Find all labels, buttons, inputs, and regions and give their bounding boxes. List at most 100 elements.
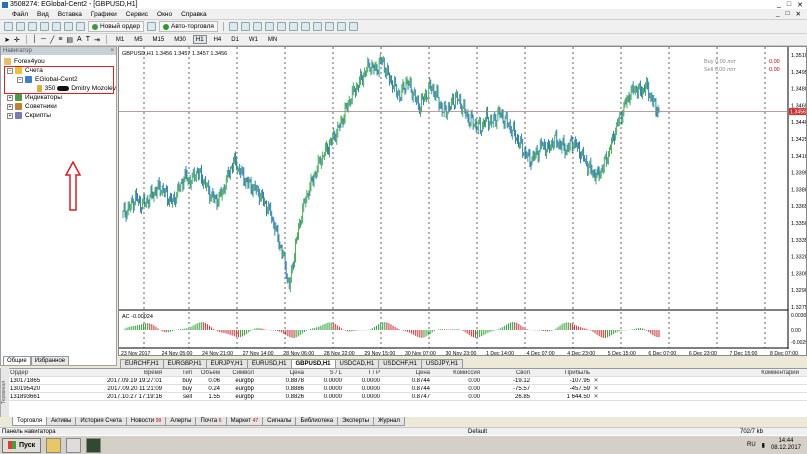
col-commission[interactable]: Комиссия [430,370,480,376]
chart-tab-usdjpy[interactable]: USDJPY,H1 [420,359,464,368]
navigator-icon[interactable] [52,22,61,31]
tree-indicators[interactable]: + Индикаторы [1,93,116,102]
child-close-button[interactable]: ✕ [796,10,801,18]
close-order-icon[interactable]: ✕ [590,393,602,400]
child-minimize-button[interactable]: _ [776,10,780,18]
menu-charts[interactable]: Графики [91,11,117,18]
close-order-icon[interactable]: ✕ [590,385,602,392]
price-chart[interactable]: 1.35101.34951.34801.34651.34401.34251.34… [119,47,807,356]
maximize-button[interactable]: □ [787,1,791,9]
cursor-icon[interactable]: ➤ [4,36,10,44]
child-restore-button[interactable]: □ [786,10,790,18]
trendline-icon[interactable]: ╱ [50,36,54,44]
line-chart-icon[interactable] [252,22,262,31]
menu-insert[interactable]: Вставка [58,11,82,18]
file-explorer-icon[interactable] [46,437,62,453]
col-tp[interactable]: T / P [342,370,380,376]
market-watch-icon[interactable] [28,22,37,31]
col-comment[interactable]: Комментарий [602,370,807,376]
metaeditor-icon[interactable] [146,22,156,31]
terminal-tab-mailbox[interactable]: Почта 6 [195,417,227,426]
tf-m5[interactable]: M5 [131,35,145,44]
tf-w1[interactable]: W1 [246,35,261,44]
tf-d1[interactable]: D1 [228,35,242,44]
new-chart-icon[interactable] [4,22,13,31]
tf-h1[interactable]: H1 [192,35,207,44]
terminal-tab-experts[interactable]: Эксперты [337,417,374,426]
tile-windows-icon[interactable] [288,22,298,31]
arrow-tool-icon[interactable]: ⇥ [94,36,100,44]
chart-window[interactable]: 1.3510 1.3495 1.3480 1.3465 1.3440 1.3425 1.34… [118,46,807,356]
bar-chart-icon[interactable] [228,22,238,31]
nav-tab-favorites[interactable]: Избранное [30,356,70,365]
terminal-tab-signals[interactable]: Сигналы [262,417,297,426]
text-tool-icon[interactable]: A [77,36,82,43]
col-current-price[interactable]: Цена [380,370,430,376]
close-order-icon[interactable]: ✕ [590,377,602,384]
terminal-tab-history[interactable]: История Счета [75,417,127,426]
start-button[interactable]: Пуск [2,437,42,453]
chart-tab-eurusd[interactable]: EURUSD,H1 [246,359,292,368]
chart-tab-usdcad[interactable]: USDCAD,H1 [334,359,380,368]
vertical-line-icon[interactable]: │ [33,36,37,43]
table-row[interactable]: 130171865 2017.09.19 19:27:01 buy 0.06 e… [0,377,807,385]
minimize-button[interactable]: _ [777,1,781,9]
indicators-icon[interactable] [324,22,334,31]
crosshair-icon[interactable]: ✛ [14,36,20,44]
chart-tab-eurjpy[interactable]: EURJPY,H1 [205,359,248,368]
terminal-tab-library[interactable]: Библиотека [295,417,339,426]
zoom-out-icon[interactable] [276,22,286,31]
col-time[interactable]: Время [92,370,162,376]
tf-m1[interactable]: M1 [113,35,127,44]
col-profit[interactable]: Прибыль [530,370,590,376]
menu-view[interactable]: Вид [37,11,49,18]
table-row[interactable]: 130195420 2017.09.20 11:21:09 buy 0.24 e… [0,385,807,393]
tree-scripts[interactable]: + Скрипты [1,111,116,120]
language-indicator[interactable]: RU [747,442,756,448]
terminal-tab-news[interactable]: Новости 99 [125,417,167,426]
tree-root[interactable]: Forex4you [1,57,116,66]
new-order-button[interactable]: Новый ордер [88,21,144,32]
profiles-icon[interactable] [16,22,25,31]
col-symbol[interactable]: Символ [220,370,254,376]
zoom-in-icon[interactable] [264,22,274,31]
col-swap[interactable]: Своп [480,370,530,376]
tf-m15[interactable]: M15 [150,35,168,44]
menu-help[interactable]: Справка [181,11,207,18]
periods-icon[interactable] [336,22,346,31]
metatrader-taskbar-icon[interactable] [86,437,102,453]
terminal-tab-journal[interactable]: Журнал [372,417,405,426]
col-volume[interactable]: Объем [192,370,220,376]
fibonacci-icon[interactable]: ▤ [66,36,73,44]
tf-mn[interactable]: MN [265,35,280,44]
network-icon[interactable]: ▮ [762,442,765,449]
horizontal-line-icon[interactable]: ─ [41,36,46,43]
menu-window[interactable]: Окно [157,11,172,18]
chart-tab-usdchf[interactable]: USDCHF,H1 [378,359,422,368]
menu-file[interactable]: Файл [12,11,28,18]
terminal-tab-exposure[interactable]: Активы [46,417,77,426]
auto-trading-button[interactable]: Авто-торговля [158,21,218,32]
col-sl[interactable]: S / L [304,370,342,376]
strategy-tester-icon[interactable] [76,22,85,31]
data-window-icon[interactable] [40,22,49,31]
expand-icon[interactable]: + [7,112,13,119]
terminal-tab-alerts[interactable]: Алерты [165,417,197,426]
terminal-icon[interactable] [64,22,73,31]
candlestick-chart-icon[interactable] [240,22,250,31]
label-tool-icon[interactable]: T [86,36,90,43]
navigator-close-icon[interactable]: × [110,48,114,54]
menu-tools[interactable]: Сервис [126,11,148,18]
expand-icon[interactable]: + [7,94,13,101]
terminal-tab-trade[interactable]: Торговля [12,417,48,426]
templates-icon[interactable] [348,22,358,31]
channel-icon[interactable]: ≡ [58,36,62,43]
tree-experts[interactable]: + Советники [1,102,116,111]
terminal-tab-market[interactable]: Маркет 47 [225,417,264,426]
chart-tab-eurgbp[interactable]: EURGBP,H1 [162,359,207,368]
expand-icon[interactable]: + [7,103,13,110]
clock[interactable]: 14:44 08.12.2017 [771,438,801,452]
chart-shift-icon[interactable] [312,22,322,31]
autoscroll-icon[interactable] [300,22,310,31]
screenshot-tool-icon[interactable] [66,437,82,453]
